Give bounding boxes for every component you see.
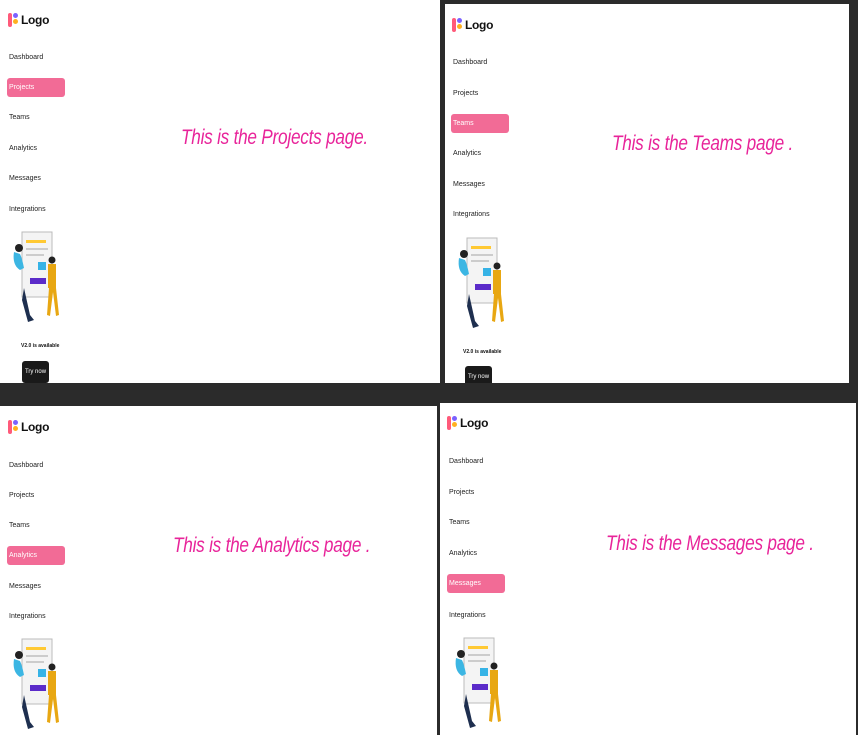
nav-item-teams[interactable]: Teams [7,516,65,535]
nav-item-dashboard[interactable]: Dashboard [7,456,65,475]
nav-item-integrations[interactable]: Integrations [451,205,509,224]
nav-item-messages[interactable]: Messages [7,577,65,596]
nav-item-analytics[interactable]: Analytics [7,139,65,158]
nav-item-dashboard[interactable]: Dashboard [7,48,65,67]
nav-item-analytics[interactable]: Analytics [7,546,65,565]
nav-item-analytics[interactable]: Analytics [451,144,509,163]
promo-illustration [458,237,504,328]
nav-item-messages[interactable]: Messages [7,169,65,188]
logo-text: Logo [460,416,489,430]
page-heading: This is the Messages page . [606,532,814,555]
nav-item-analytics[interactable]: Analytics [447,544,505,563]
nav-item-projects[interactable]: Projects [447,483,505,502]
panel-projects: Logo Dashboard Projects Teams Analytics … [0,0,440,383]
nav-item-integrations[interactable]: Integrations [7,607,65,626]
logo-text: Logo [465,18,494,32]
panel-analytics: Logo Dashboard Projects Teams Analytics … [0,406,437,735]
nav-item-projects[interactable]: Projects [7,486,65,505]
nav-item-teams[interactable]: Teams [7,108,65,127]
nav-item-dashboard[interactable]: Dashboard [447,452,505,471]
promo-text: V2.0 is available [463,349,502,355]
logo-text: Logo [21,13,50,27]
nav-item-projects[interactable]: Projects [451,84,509,103]
logo[interactable]: Logo [8,12,49,28]
nav-item-projects[interactable]: Projects [7,78,65,97]
try-now-button[interactable]: Try now [465,366,492,383]
logo-mark-icon [8,12,18,28]
nav-item-teams[interactable]: Teams [447,513,505,532]
nav-item-integrations[interactable]: Integrations [447,606,505,625]
nav-item-messages[interactable]: Messages [451,175,509,194]
page-heading: This is the Teams page . [612,132,794,155]
logo-mark-icon [8,419,18,435]
logo[interactable]: Logo [447,415,488,431]
logo-mark-icon [452,17,462,33]
promo-illustration [455,637,501,728]
page-heading: This is the Analytics page . [173,534,371,557]
panel-messages: Logo Dashboard Projects Teams Analytics … [440,403,856,735]
promo-text: V2.0 is available [21,343,60,349]
nav-item-messages[interactable]: Messages [447,574,505,593]
try-now-button[interactable]: Try now [22,361,49,383]
logo[interactable]: Logo [452,17,493,33]
page-heading: This is the Projects page. [181,126,368,149]
nav-item-teams[interactable]: Teams [451,114,509,133]
nav-item-dashboard[interactable]: Dashboard [451,53,509,72]
promo-illustration [13,638,59,729]
logo-text: Logo [21,420,50,434]
nav-item-integrations[interactable]: Integrations [7,200,65,219]
logo-mark-icon [447,415,457,431]
logo[interactable]: Logo [8,419,49,435]
promo-illustration [13,231,59,322]
panel-teams: Logo Dashboard Projects Teams Analytics … [445,4,849,383]
